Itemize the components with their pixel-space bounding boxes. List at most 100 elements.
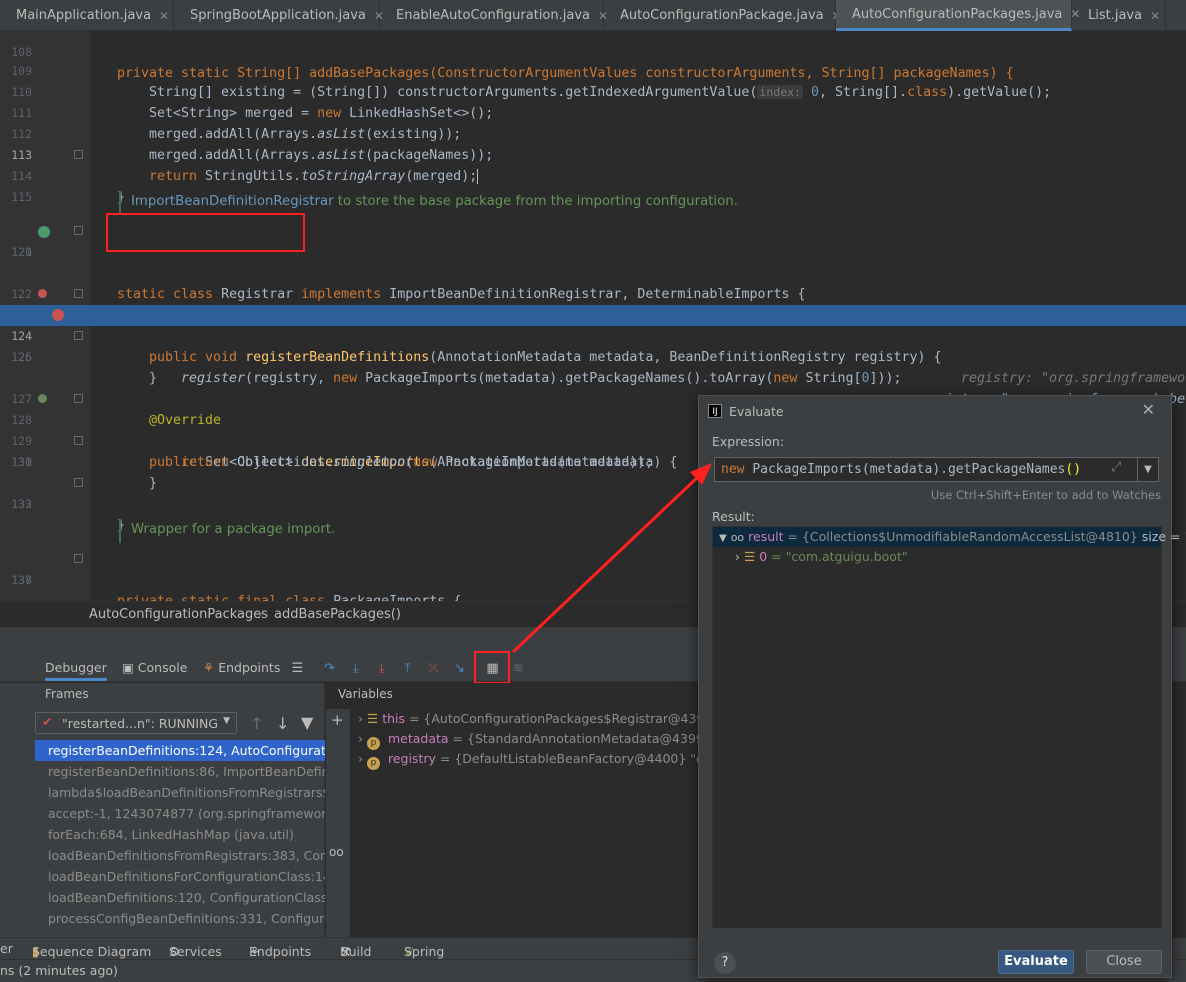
variable-value: = {StandardAnnotationMetadata@4399}	[452, 731, 712, 746]
parameter-icon: p	[366, 757, 380, 770]
chevron-right-icon[interactable]: ›	[358, 711, 363, 726]
tab-console[interactable]: ▣ Console	[122, 660, 187, 675]
tab-main-application[interactable]: MainApplication.java ✕	[0, 0, 174, 31]
variable-name: registry	[387, 751, 436, 766]
chevron-right-icon[interactable]: ›	[735, 549, 740, 564]
expression-input[interactable]: new PackageImports(metadata).getPackageN…	[714, 457, 1159, 482]
doc-comment: Wrapper for a package import.	[131, 522, 336, 537]
implementation-icon[interactable]	[38, 226, 50, 238]
chevron-right-icon[interactable]: ›	[358, 751, 363, 766]
fold-marker[interactable]	[74, 554, 83, 563]
line-number: 121	[11, 245, 32, 259]
tab-label: Console	[137, 660, 188, 675]
close-icon[interactable]: ✕	[1142, 400, 1155, 419]
frame-item[interactable]: lambda$loadBeanDefinitionsFromRegistrars…	[35, 782, 325, 803]
fold-marker[interactable]	[74, 150, 83, 159]
menu-icon[interactable]: ☰	[290, 661, 305, 676]
frame-item[interactable]: loadBeanDefinitions:120, ConfigurationCl…	[35, 887, 325, 908]
result-name: result	[748, 529, 784, 544]
force-step-into-icon[interactable]: ⤓	[374, 661, 389, 676]
close-button[interactable]: Close	[1086, 950, 1162, 974]
step-over-icon[interactable]: ↷	[322, 661, 337, 676]
thread-selector[interactable]: ✔ "restarted...n": RUNNING ▼	[35, 712, 237, 734]
variable-row[interactable]: › p registry = {DefaultListableBeanFacto…	[358, 749, 735, 770]
variable-value: = {DefaultListableBeanFactory@4400} "org…	[439, 751, 735, 766]
fold-marker[interactable]	[74, 394, 83, 403]
result-child-row[interactable]: › ☰ 0 = "com.atguigu.boot"	[735, 547, 908, 567]
chevron-right-icon[interactable]: ›	[358, 731, 363, 746]
code-line: 127 @Override	[0, 368, 1186, 428]
highlight-box	[106, 213, 305, 252]
frame-item[interactable]: loadBeanDefinitionsFromRegistrars:383, C…	[35, 845, 325, 866]
tab-autoconfigurationpackages[interactable]: AutoConfigurationPackages.java ✕	[836, 0, 1080, 31]
drop-frame-icon[interactable]: ⤫	[426, 661, 441, 676]
dialog-title: Evaluate	[729, 404, 784, 419]
code-line: 110 Set<String> merged = new LinkedHashS…	[0, 61, 1186, 121]
doc-comment: ImportBeanDefinitionRegistrar to store t…	[131, 194, 738, 209]
trace-icon[interactable]: ≋	[511, 661, 526, 676]
result-row[interactable]: ▼ oo result = {Collections$UnmodifiableR…	[713, 527, 1186, 547]
variable-row[interactable]: › ☰ this = {AutoConfigurationPackages$Re…	[358, 709, 720, 729]
expand-icon[interactable]: ⤢	[1111, 460, 1121, 475]
horizontal-scrollbar[interactable]	[712, 928, 1162, 938]
chevron-down-icon[interactable]: ▼	[719, 533, 727, 544]
step-into-icon[interactable]: ⤓	[348, 661, 363, 676]
override-icon[interactable]	[38, 289, 47, 298]
tab-debugger[interactable]: Debugger	[45, 660, 107, 681]
variable-row[interactable]: › p metadata = {StandardAnnotationMetada…	[358, 729, 712, 750]
code-line: 109 String[] existing = (String[]) const…	[0, 40, 1186, 100]
evaluate-button[interactable]: Evaluate	[998, 950, 1074, 974]
frame-item[interactable]: accept:-1, 1243074877 (org.springframewo…	[35, 803, 325, 824]
tab-label: AutoConfigurationPackage.java	[620, 8, 824, 23]
fold-marker[interactable]	[74, 436, 83, 445]
code-line: 113 return StringUtils.toStringArray(mer…	[0, 124, 1186, 184]
arrow-down-icon[interactable]: ↓	[276, 714, 289, 733]
tab-endpoints[interactable]: ⚘ Endpoints	[203, 660, 280, 675]
frame-item[interactable]: processConfigBeanDefinitions:331, Config…	[35, 908, 325, 929]
tab-enableautoconfiguration[interactable]: EnableAutoConfiguration.java ✕	[380, 0, 608, 31]
watch-hint: Use Ctrl+Shift+Enter to add to Watches	[930, 488, 1161, 502]
fold-marker[interactable]	[74, 289, 83, 298]
code-line: 114 }	[0, 145, 1186, 205]
keyword-text: new	[721, 462, 753, 477]
tab-label: EnableAutoConfiguration.java	[396, 8, 590, 23]
breakpoint-icon[interactable]	[52, 309, 64, 321]
close-icon[interactable]: ✕	[1150, 9, 1160, 23]
arrow-up-icon[interactable]: ↑	[250, 714, 263, 733]
result-tree[interactable]: ▼ oo result = {Collections$UnmodifiableR…	[712, 526, 1186, 936]
step-out-icon[interactable]: ⤒	[400, 661, 415, 676]
fold-marker[interactable]	[74, 478, 83, 487]
filter-icon[interactable]: ▼	[301, 713, 313, 732]
close-icon[interactable]: ✕	[159, 9, 169, 23]
glasses-icon[interactable]: oo	[329, 845, 344, 859]
frame-item[interactable]: registerBeanDefinitions:86, ImportBeanDe…	[35, 761, 325, 782]
add-watch-icon[interactable]: +	[331, 711, 344, 729]
breadcrumb-item[interactable]: AutoConfigurationPackages	[89, 607, 268, 622]
frames-panel: Frames ✔ "restarted...n": RUNNING ▼ ↑ ↓ …	[0, 683, 325, 937]
code-line: 112 merged.addAll(Arrays.asList(packageN…	[0, 103, 1186, 163]
expression-text: PackageImports(metadata).getPackageNames	[752, 462, 1066, 477]
line-number: 133	[11, 497, 32, 511]
fold-marker[interactable]	[74, 226, 83, 235]
breadcrumb-item[interactable]: addBasePackages()	[274, 607, 401, 622]
console-icon: ▣	[122, 660, 134, 675]
child-value: = "com.atguigu.boot"	[771, 549, 908, 564]
doc-link[interactable]: ImportBeanDefinitionRegistrar	[131, 194, 334, 209]
frame-item[interactable]: forEach:684, LinkedHashMap (java.util)	[35, 824, 325, 845]
intellij-logo-icon: IJ	[708, 404, 722, 418]
override-icon[interactable]	[38, 394, 47, 403]
help-button[interactable]: ?	[714, 952, 736, 974]
tab-label: SpringBootApplication.java	[190, 8, 366, 23]
tab-springbootapplication[interactable]: SpringBootApplication.java ✕	[174, 0, 384, 31]
variable-name: metadata	[387, 731, 449, 746]
frame-item[interactable]: loadBeanDefinitionsForConfigurationClass…	[35, 866, 325, 887]
frame-item[interactable]: registerBeanDefinitions:124, AutoConfigu…	[35, 740, 325, 761]
chevron-down-icon[interactable]: ▼	[1137, 458, 1158, 481]
fold-marker[interactable]	[74, 331, 83, 340]
tool-label: Sequence Diagram	[32, 944, 152, 959]
tab-list[interactable]: List.java ✕	[1072, 0, 1166, 31]
tool-item[interactable]: er	[0, 941, 13, 956]
tab-autoconfigurationpackage[interactable]: AutoConfigurationPackage.java ✕	[604, 0, 842, 31]
chevron-down-icon: ▼	[223, 716, 230, 726]
run-to-cursor-icon[interactable]: ↘	[452, 661, 467, 676]
